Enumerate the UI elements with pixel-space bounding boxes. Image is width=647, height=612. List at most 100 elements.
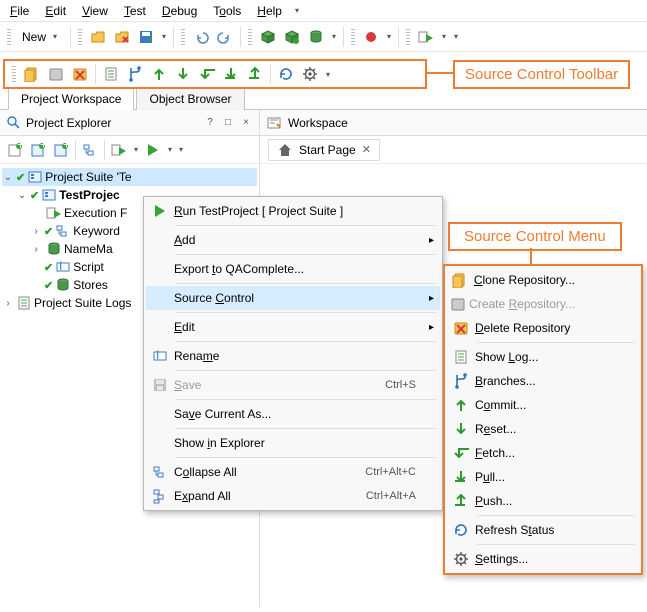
menubar-overflow-icon[interactable]: ▾ [292, 0, 302, 22]
menu-view[interactable]: View [76, 2, 114, 20]
chevron-down-icon[interactable]: ▾ [165, 139, 175, 161]
sc-clone-button[interactable] [21, 63, 43, 85]
maximize-button[interactable]: □ [221, 116, 235, 130]
tree-label: Execution F [64, 206, 127, 220]
sub-settings[interactable]: Settings... [447, 547, 639, 571]
record-button[interactable] [360, 26, 382, 48]
sub-showlog[interactable]: Show Log... [447, 345, 639, 369]
menubar: File Edit View Test Debug Tools Help ▾ [0, 0, 647, 22]
sub-delete[interactable]: Delete Repository [447, 316, 639, 340]
tab-label: Start Page [299, 143, 356, 157]
ctx-expand-all[interactable]: Expand AllCtrl+Alt+A [146, 484, 440, 508]
logs-icon [16, 295, 32, 311]
sc-settings-button[interactable] [299, 63, 321, 85]
chevron-down-icon[interactable]: ▾ [159, 26, 169, 48]
shortcut-label: Ctrl+S [385, 379, 416, 391]
grip-icon [351, 29, 355, 45]
sc-branches-button[interactable] [124, 63, 146, 85]
collapse-button[interactable] [79, 139, 101, 161]
toolbar-overflow-icon[interactable]: ▾ [176, 139, 186, 161]
close-tab-button[interactable]: ✕ [362, 143, 371, 156]
annotation-sc-toolbar: Source Control Toolbar [453, 60, 630, 89]
db-button[interactable] [305, 26, 327, 48]
ctx-save-as[interactable]: Save Current As... [146, 402, 440, 426]
explorer-toolbar: ▾ ▾ ▾ [0, 136, 259, 164]
new-button[interactable]: New▾ [16, 24, 66, 50]
ctx-rename[interactable]: Rename [146, 344, 440, 368]
project-suite-icon [27, 169, 43, 185]
help-button[interactable]: ? [203, 116, 217, 130]
sc-fetch-button[interactable] [196, 63, 218, 85]
chevron-down-icon[interactable]: ▾ [384, 26, 394, 48]
search-icon [6, 115, 22, 131]
menu-help[interactable]: Help [251, 2, 288, 20]
grip-icon [248, 29, 252, 45]
workspace-icon [266, 115, 282, 131]
cube2-button[interactable] [281, 26, 303, 48]
sc-pull-button[interactable] [220, 63, 242, 85]
sc-delete-button[interactable] [69, 63, 91, 85]
close-button[interactable]: × [239, 116, 253, 130]
source-control-toolbar: ▾ [3, 59, 427, 89]
sc-reset-button[interactable] [172, 63, 194, 85]
grip-icon [12, 66, 16, 82]
tree-label: Stores [73, 278, 108, 292]
chevron-down-icon[interactable]: ▾ [329, 26, 339, 48]
tree-label: Project Suite Logs [34, 296, 131, 310]
ctx-add[interactable]: Add▸ [146, 228, 440, 252]
sc-push-button[interactable] [244, 63, 266, 85]
grip-icon [406, 29, 410, 45]
sub-commit[interactable]: Commit... [447, 393, 639, 417]
sc-create-button[interactable] [45, 63, 67, 85]
sub-fetch[interactable]: Fetch... [447, 441, 639, 465]
run-button[interactable] [142, 139, 164, 161]
chevron-down-icon[interactable]: ▾ [439, 26, 449, 48]
menu-edit[interactable]: Edit [39, 2, 72, 20]
new-element-button[interactable] [50, 139, 72, 161]
sc-commit-button[interactable] [148, 63, 170, 85]
tree-label: Script [73, 260, 104, 274]
tree-label: Project Suite 'Te [45, 170, 131, 184]
undo-button[interactable] [190, 26, 212, 48]
save-button[interactable] [135, 26, 157, 48]
ctx-save: SaveCtrl+S [146, 373, 440, 397]
ctx-run[interactable]: Run TestProject [ Project Suite ] [146, 199, 440, 223]
sub-refresh[interactable]: Refresh Status [447, 518, 639, 542]
new-item-button[interactable] [27, 139, 49, 161]
redo-button[interactable] [214, 26, 236, 48]
ctx-source-control[interactable]: Source Control▸ [146, 286, 440, 310]
sub-clone[interactable]: Clone Repository... [447, 268, 639, 292]
shortcut-label: Ctrl+Alt+A [366, 490, 416, 502]
tab-start-page[interactable]: Start Page ✕ [268, 139, 380, 161]
new-project-button[interactable] [4, 139, 26, 161]
tab-object-browser[interactable]: Object Browser [136, 87, 244, 110]
menu-file[interactable]: File [4, 2, 35, 20]
tab-project-workspace[interactable]: Project Workspace [8, 87, 134, 110]
shortcut-label: Ctrl+Alt+C [365, 466, 416, 478]
ctx-collapse-all[interactable]: Collapse AllCtrl+Alt+C [146, 460, 440, 484]
toolbar-overflow-icon[interactable]: ▾ [451, 26, 461, 48]
close-project-button[interactable] [111, 26, 133, 48]
sc-refresh-button[interactable] [275, 63, 297, 85]
sc-showlog-button[interactable] [100, 63, 122, 85]
sub-push[interactable]: Push... [447, 489, 639, 513]
run-test-button[interactable] [415, 26, 437, 48]
ctx-edit[interactable]: Edit▸ [146, 315, 440, 339]
submenu-arrow-icon: ▸ [429, 235, 434, 246]
run-item-button[interactable] [108, 139, 130, 161]
chevron-down-icon[interactable]: ▾ [131, 139, 141, 161]
menu-tools[interactable]: Tools [207, 2, 247, 20]
menu-debug[interactable]: Debug [156, 2, 203, 20]
cube1-button[interactable] [257, 26, 279, 48]
toolbar-overflow-icon[interactable]: ▾ [323, 63, 333, 85]
open-button[interactable] [87, 26, 109, 48]
ctx-show-in-explorer[interactable]: Show in Explorer [146, 431, 440, 455]
ctx-export-qacomplete[interactable]: Export to QAComplete... [146, 257, 440, 281]
sub-branches[interactable]: Branches... [447, 369, 639, 393]
grip-icon [78, 29, 82, 45]
sub-reset[interactable]: Reset... [447, 417, 639, 441]
script-icon [55, 259, 71, 275]
sub-pull[interactable]: Pull... [447, 465, 639, 489]
submenu-arrow-icon: ▸ [429, 293, 434, 304]
menu-test[interactable]: Test [118, 2, 152, 20]
